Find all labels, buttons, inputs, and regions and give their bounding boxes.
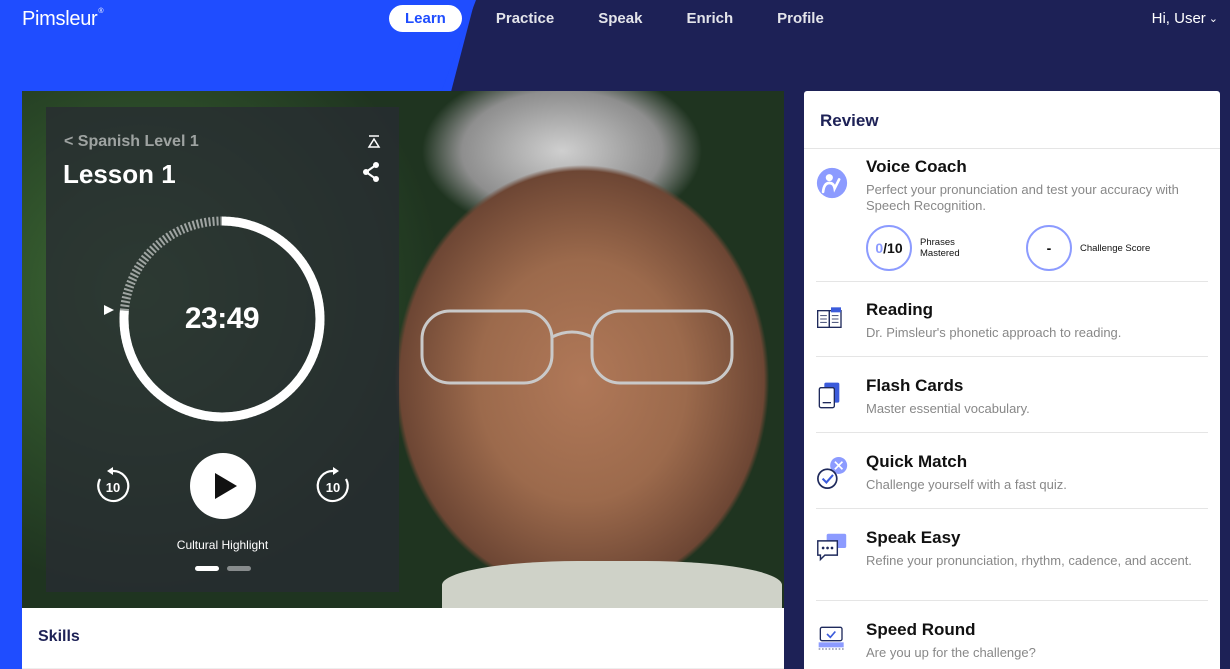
review-item-desc: Challenge yourself with a fast quiz. <box>866 477 1067 492</box>
pimsleur-logo[interactable]: Pimsleur® <box>22 8 104 31</box>
review-item-title: Voice Coach <box>866 157 967 176</box>
user-menu[interactable]: Hi, User ⌄ <box>1152 10 1218 27</box>
speed-round-icon <box>818 626 844 650</box>
skills-section: Skills <box>22 608 784 669</box>
review-item-flash-cards[interactable]: Flash Cards Master essential vocabulary. <box>816 376 1208 433</box>
svg-text:10: 10 <box>326 480 340 495</box>
user-greeting: Hi, User <box>1151 10 1206 27</box>
divider <box>804 148 1220 149</box>
play-icon <box>215 473 237 499</box>
challenge-score-label: Challenge Score <box>1080 242 1151 254</box>
divider <box>816 600 1208 601</box>
speech-bubble-icon <box>817 533 847 562</box>
carousel-dots <box>195 566 251 571</box>
play-button[interactable] <box>190 453 256 519</box>
review-item-desc: Dr. Pimsleur's phonetic approach to read… <box>866 325 1122 340</box>
review-item-desc: Are you up for the challenge? <box>866 645 1036 660</box>
review-item-voice-coach[interactable]: Voice Coach Perfect your pronunciation a… <box>816 157 1208 282</box>
top-navigation-bar: Pimsleur® Learn Practice Speak Enrich Pr… <box>0 0 1230 40</box>
book-icon <box>817 307 842 328</box>
photo-shirt <box>442 561 782 608</box>
review-item-reading[interactable]: Reading Dr. Pimsleur's phonetic approach… <box>816 300 1208 357</box>
review-title: Review <box>820 111 879 130</box>
review-item-title: Flash Cards <box>866 376 964 395</box>
divider <box>816 508 1208 509</box>
review-item-speed-round[interactable]: Speed Round Are you up for the challenge… <box>816 620 1208 668</box>
review-item-desc: Perfect your pronunciation and test your… <box>866 182 1179 213</box>
review-item-title: Quick Match <box>866 452 968 471</box>
divider <box>816 432 1208 433</box>
review-item-quick-match[interactable]: Quick Match Challenge yourself with a fa… <box>816 452 1208 509</box>
track-label: Cultural Highlight <box>176 538 269 552</box>
voice-coach-icon <box>816 167 848 199</box>
divider <box>816 281 1208 282</box>
breadcrumb-back-link[interactable]: < Spanish Level 1 <box>64 133 199 151</box>
phrases-mastered-ring: 0/10 <box>866 225 912 271</box>
nav-learn[interactable]: Learn <box>389 5 462 32</box>
forward-10-button[interactable]: 10 <box>314 467 352 505</box>
phrases-mastered-label: Phrases Mastered <box>920 237 960 259</box>
main-nav: Learn Practice Speak Enrich Profile <box>389 5 846 32</box>
quick-match-icon <box>817 456 848 489</box>
lesson-title: Lesson 1 <box>63 159 176 189</box>
chevron-down-icon: ⌄ <box>1208 13 1218 25</box>
review-item-speak-easy[interactable]: Speak Easy Refine your pronunciation, rh… <box>816 528 1208 601</box>
review-item-title: Reading <box>866 300 934 319</box>
review-item-title: Speed Round <box>866 620 976 639</box>
phrases-mastered-stat: 0/10 Phrases Mastered <box>866 225 960 271</box>
review-item-title: Speak Easy <box>866 528 961 547</box>
rewind-10-button[interactable]: 10 <box>94 467 132 505</box>
nav-speak[interactable]: Speak <box>576 5 664 32</box>
svg-text:10: 10 <box>106 480 120 495</box>
challenge-score-stat: - Challenge Score <box>1026 225 1150 271</box>
divider <box>816 356 1208 357</box>
review-item-desc: Master essential vocabulary. <box>866 401 1030 416</box>
review-item-desc: Refine your pronunciation, rhythm, caden… <box>866 553 1192 568</box>
collapse-icon[interactable] <box>367 135 381 149</box>
time-remaining: 23:49 <box>184 302 260 335</box>
carousel-dot-2[interactable] <box>227 566 251 571</box>
nav-practice[interactable]: Practice <box>474 5 576 32</box>
lesson-player: < Spanish Level 1 Lesson 1 23:49 10 10 C… <box>46 107 399 592</box>
nav-enrich[interactable]: Enrich <box>664 5 755 32</box>
carousel-dot-1[interactable] <box>195 566 219 571</box>
review-panel: Review Voice Coach Perfect your pronunci… <box>804 91 1220 669</box>
flash-cards-icon <box>818 382 840 409</box>
challenge-score-ring: - <box>1026 225 1072 271</box>
skills-title: Skills <box>38 628 80 645</box>
share-icon[interactable] <box>361 161 381 183</box>
photo-glasses <box>420 309 734 385</box>
nav-profile[interactable]: Profile <box>755 5 846 32</box>
rewind-icon: 10 <box>97 467 130 503</box>
forward-icon: 10 <box>316 467 349 503</box>
